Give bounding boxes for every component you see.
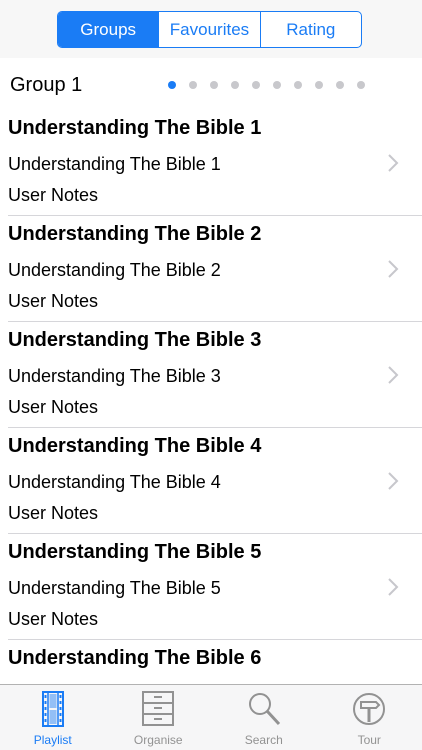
page-dot[interactable]: [315, 81, 323, 89]
page-dot[interactable]: [210, 81, 218, 89]
tab-label: Playlist: [33, 733, 72, 747]
segment-rating[interactable]: Rating: [259, 12, 361, 47]
chevron-right-icon: [388, 578, 399, 596]
item-notes: User Notes: [8, 503, 99, 523]
page-dot[interactable]: [336, 81, 344, 89]
list-item[interactable]: Understanding The Bible 2 Understanding …: [0, 216, 422, 322]
chevron-right-icon: [388, 260, 399, 278]
page-dot[interactable]: [357, 81, 365, 89]
item-subtitle: Understanding The Bible 4: [8, 472, 221, 492]
item-title: Understanding The Bible 5: [8, 541, 262, 563]
list-item[interactable]: Understanding The Bible 1 Understanding …: [0, 110, 422, 216]
view-segmented-control: Groups Favourites Rating: [57, 11, 362, 48]
page-dot[interactable]: [231, 81, 239, 89]
item-subtitle: Understanding The Bible 5: [8, 578, 221, 598]
tab-tour[interactable]: Tour: [317, 685, 422, 750]
item-title: Understanding The Bible 3: [8, 329, 262, 351]
list-item[interactable]: Understanding The Bible 3 Understanding …: [0, 322, 422, 428]
page-dot[interactable]: [273, 81, 281, 89]
tab-organise[interactable]: Organise: [106, 685, 212, 750]
item-subtitle: Understanding The Bible 1: [8, 154, 221, 174]
list-item[interactable]: Understanding The Bible 4 Understanding …: [0, 428, 422, 534]
page-dot[interactable]: [189, 81, 197, 89]
list-item[interactable]: Understanding The Bible 5 Understanding …: [0, 534, 422, 640]
tab-playlist[interactable]: Playlist: [0, 685, 106, 750]
item-subtitle: Understanding The Bible 3: [8, 366, 221, 386]
tab-label: Organise: [133, 733, 183, 747]
playlist-list: Understanding The Bible 1 Understanding …: [0, 110, 422, 746]
page-dot[interactable]: [252, 81, 260, 89]
item-notes: User Notes: [8, 185, 99, 205]
segment-favourites[interactable]: Favourites: [158, 12, 259, 47]
segment-groups[interactable]: Groups: [58, 12, 159, 47]
chevron-right-icon: [388, 154, 399, 172]
signpost-icon: [353, 693, 386, 725]
chevron-right-icon: [388, 472, 399, 490]
magnifier-icon: [248, 693, 280, 726]
item-notes: User Notes: [8, 291, 99, 311]
film-strip-icon: [41, 691, 64, 727]
page-dot[interactable]: [294, 81, 302, 89]
item-title: Understanding The Bible 6: [8, 647, 262, 669]
top-bar: Groups Favourites Rating: [0, 0, 422, 58]
page-dot[interactable]: [168, 81, 176, 89]
item-notes: User Notes: [8, 609, 99, 629]
item-title: Understanding The Bible 1: [8, 117, 262, 139]
item-notes: User Notes: [8, 397, 99, 417]
tab-search[interactable]: Search: [211, 685, 317, 750]
tab-bar: Playlist Organise Search Tour: [0, 684, 422, 750]
item-subtitle: Understanding The Bible 2: [8, 260, 221, 280]
item-title: Understanding The Bible 4: [8, 435, 262, 457]
tab-label: Tour: [357, 733, 381, 747]
tab-label: Search: [244, 733, 283, 747]
group-title: Group 1: [10, 74, 83, 96]
cabinet-icon: [142, 691, 175, 726]
item-title: Understanding The Bible 2: [8, 223, 262, 245]
chevron-right-icon: [388, 366, 399, 384]
